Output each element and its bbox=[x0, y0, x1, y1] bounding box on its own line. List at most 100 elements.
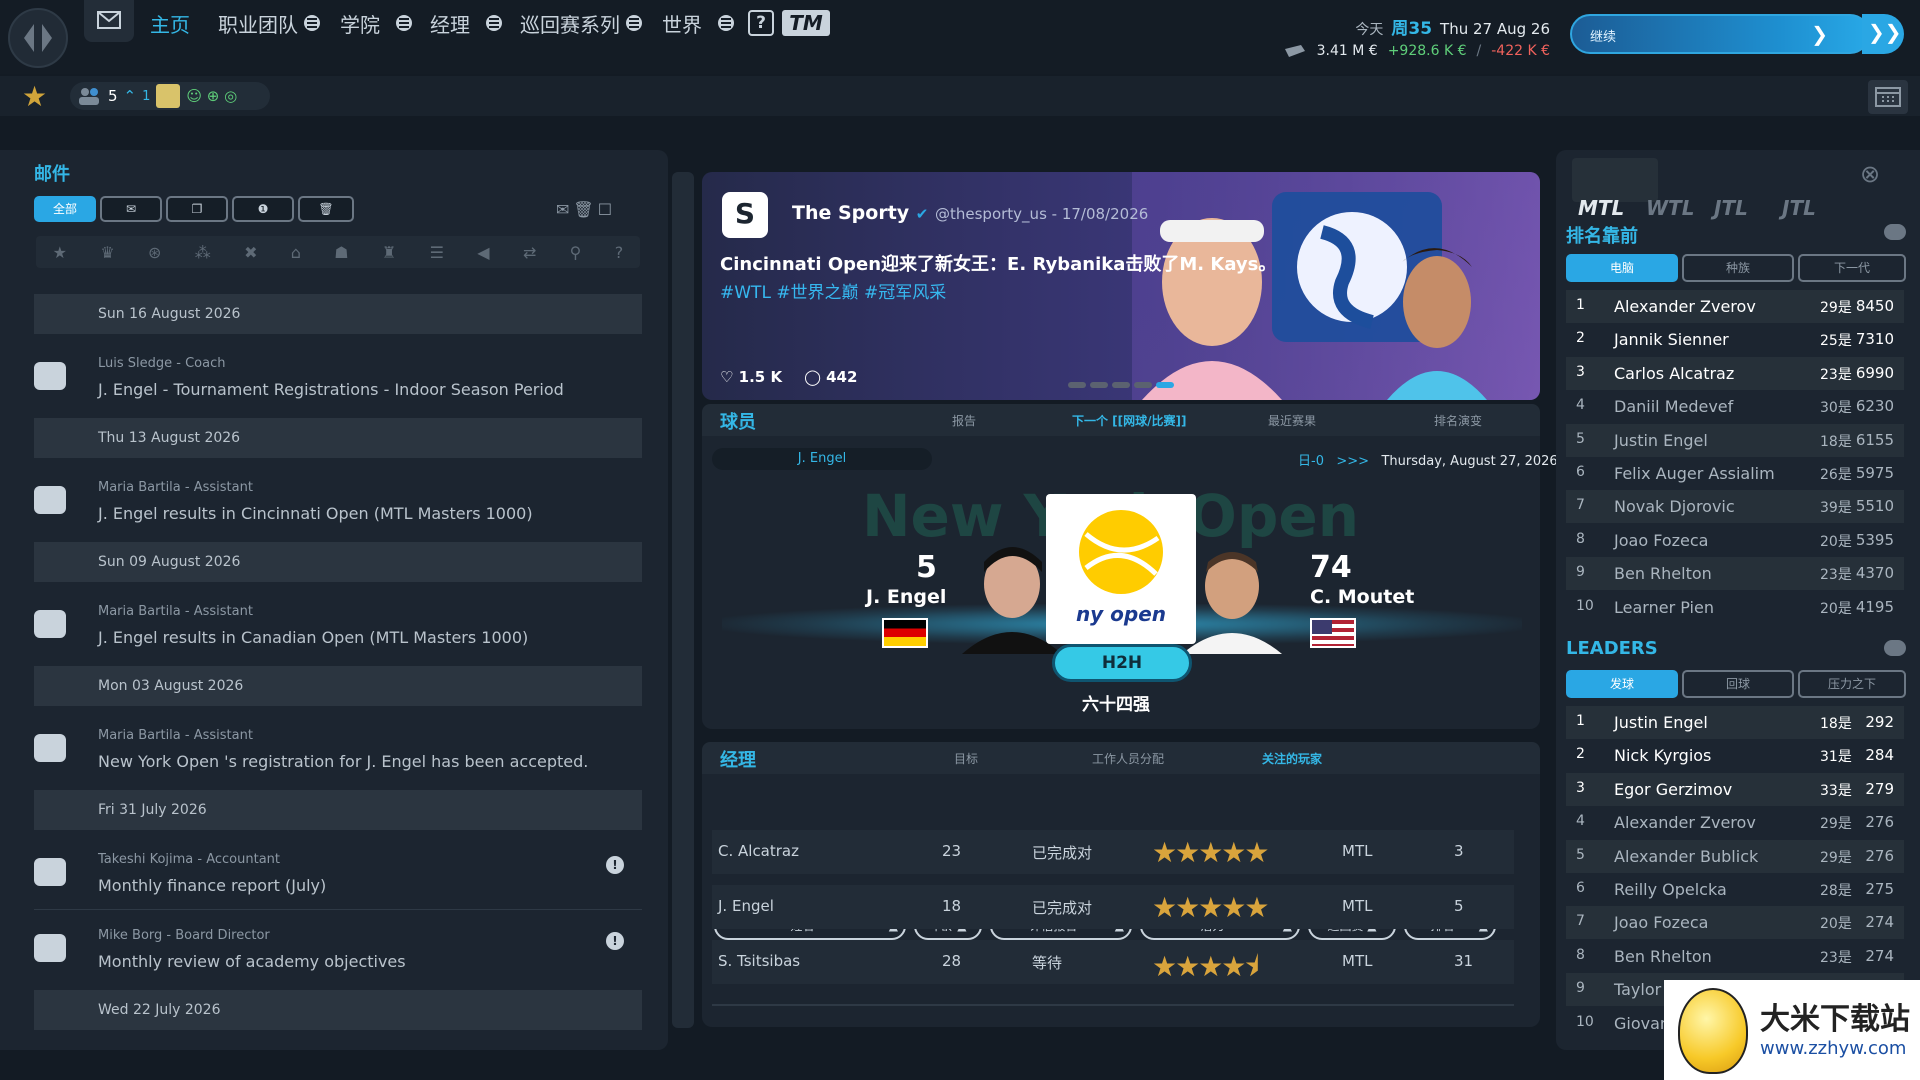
ranking-row[interactable]: 1 Justin Engel 18是 292 bbox=[1566, 706, 1904, 739]
tab-staff-assignment[interactable]: 工作人员分配 bbox=[1092, 750, 1164, 767]
tour-tab-wtl[interactable]: WTL bbox=[1646, 196, 1694, 220]
ranking-row[interactable]: 2 Jannik Sienner 25是 7310 bbox=[1566, 323, 1904, 356]
bank-icon[interactable]: ⌂ bbox=[291, 243, 301, 262]
filter-trash-button[interactable]: 🗑 bbox=[298, 196, 354, 222]
group-icon[interactable]: ⁂ bbox=[195, 243, 211, 262]
mail-item[interactable]: Maria Bartila - Assistant J. Engel result… bbox=[34, 466, 642, 538]
ranking-row[interactable]: 9 Ben Rhelton 23是 4370 bbox=[1566, 557, 1904, 591]
mail-item[interactable]: Takeshi Kojima - Accountant Monthly finan… bbox=[34, 838, 642, 910]
leader-seg-serve[interactable]: 发球 bbox=[1566, 670, 1678, 698]
mail-item[interactable]: Luis Sledge - Coach J. Engel - Tournament… bbox=[34, 342, 642, 414]
continue-button[interactable]: 继续 ❯ bbox=[1570, 14, 1870, 54]
tm-logo-icon[interactable]: TM bbox=[782, 10, 830, 36]
ranking-row[interactable]: 4 Alexander Zverov 29是 276 bbox=[1566, 806, 1904, 839]
ranking-row[interactable]: 6 Felix Auger Assialim 26是 5975 bbox=[1566, 457, 1904, 490]
trophy-icon[interactable]: ♛ bbox=[100, 243, 114, 262]
nav-world[interactable]: 世界 bbox=[662, 10, 734, 37]
tab-next-match[interactable]: 下一个 [[网球/比赛]] bbox=[1072, 412, 1187, 429]
ranking-row[interactable]: 4 Daniil Medevef 30是 6230 bbox=[1566, 390, 1904, 423]
ranking-row[interactable]: 3 Egor Gerzimov 33是 279 bbox=[1566, 772, 1904, 806]
table-row[interactable]: J. Engel 18 已完成对 ★★★★★ MTL 5 bbox=[712, 885, 1514, 929]
transfer-icon[interactable]: ⇄ bbox=[523, 243, 536, 262]
filter-chat-button[interactable]: ❐ bbox=[166, 196, 228, 222]
tab-players[interactable]: 球员 bbox=[720, 408, 756, 434]
mail-actions[interactable]: ✉🗑☐ bbox=[556, 200, 616, 219]
rank-seg-computer[interactable]: 电脑 bbox=[1566, 254, 1678, 282]
star-icon[interactable]: ★ bbox=[53, 243, 67, 262]
ranking-row[interactable]: 7 Joao Fozeca 20是 274 bbox=[1566, 906, 1904, 940]
megaphone-icon[interactable]: ◀ bbox=[477, 243, 489, 262]
pin-icon[interactable]: ⚲ bbox=[570, 243, 582, 262]
ranking-row[interactable]: 3 Carlos Alcatraz 23是 6990 bbox=[1566, 356, 1904, 390]
ranking-row[interactable]: 8 Ben Rhelton 23是 274 bbox=[1566, 940, 1904, 973]
ball-icon[interactable]: ⊛ bbox=[148, 243, 161, 262]
nav-pro-team[interactable]: 职业团队 bbox=[218, 10, 320, 37]
ranking-row[interactable]: 6 Reilly Opelcka 28是 275 bbox=[1566, 873, 1904, 906]
menu-icon bbox=[304, 15, 320, 31]
ranking-row[interactable]: 8 Joao Fozeca 20是 5395 bbox=[1566, 524, 1904, 557]
player-age: 25是 bbox=[1820, 333, 1852, 350]
mail-item[interactable]: Maria Bartila - Assistant bbox=[34, 1038, 642, 1046]
center-scrollbar[interactable] bbox=[672, 172, 694, 1028]
player1-rank: 5 bbox=[916, 550, 937, 585]
mail-item[interactable]: Mike Borg - Board Director Monthly review… bbox=[34, 914, 642, 986]
player-points: 7310 bbox=[1855, 330, 1894, 349]
help-icon[interactable]: ? bbox=[748, 10, 774, 36]
toggle-icon[interactable] bbox=[1884, 640, 1906, 656]
likes[interactable]: ♡ 1.5 K bbox=[720, 368, 782, 386]
tab-ranking-evolution[interactable]: 排名演变 bbox=[1434, 412, 1482, 429]
tab-report[interactable]: 报告 bbox=[952, 412, 976, 429]
nav-home[interactable]: 主页 bbox=[150, 10, 190, 37]
nav-manager[interactable]: 经理 bbox=[430, 10, 502, 37]
filter-all-button[interactable]: 全部 bbox=[34, 196, 96, 222]
nav-tour-series[interactable]: 巡回赛系列 bbox=[520, 10, 642, 37]
people-icon[interactable]: ☗ bbox=[334, 243, 348, 262]
nav-academy[interactable]: 学院 bbox=[340, 10, 412, 37]
ranking-row[interactable]: 2 Nick Kyrgios 31是 284 bbox=[1566, 739, 1904, 772]
player-select-chip[interactable]: J. Engel bbox=[712, 448, 932, 470]
rank-seg-race[interactable]: 种族 bbox=[1682, 254, 1794, 282]
toggle-icon[interactable] bbox=[1884, 224, 1906, 240]
filter-alert-button[interactable]: ❶ bbox=[232, 196, 294, 222]
news-card[interactable]: S The Sporty ✔ @thesporty_us - 17/08/202… bbox=[702, 172, 1540, 400]
game-logo-icon[interactable] bbox=[8, 8, 68, 68]
tab-manager[interactable]: 经理 bbox=[720, 746, 756, 772]
mail-item[interactable]: Maria Bartila - Assistant J. Engel result… bbox=[34, 590, 642, 662]
ranking-row[interactable]: 7 Novak Djorovic 39是 5510 bbox=[1566, 490, 1904, 524]
mail-item[interactable]: Maria Bartila - Assistant New York Open '… bbox=[34, 714, 642, 786]
player-points: 6990 bbox=[1855, 363, 1894, 382]
comments[interactable]: ◯ 442 bbox=[804, 368, 857, 386]
player2-name[interactable]: C. Moutet bbox=[1310, 586, 1414, 608]
fast-forward-button[interactable]: ❯❯ bbox=[1862, 14, 1904, 54]
filter-mail-button[interactable]: ✉ bbox=[100, 196, 162, 222]
tour-tab-jtl-boys[interactable]: JTL bbox=[1714, 196, 1748, 220]
player1-name[interactable]: J. Engel bbox=[866, 586, 946, 608]
leader-seg-return[interactable]: 回球 bbox=[1682, 670, 1794, 698]
itf-icon[interactable]: ⊗ bbox=[1860, 160, 1880, 188]
h2h-button[interactable]: H2H bbox=[1052, 644, 1192, 682]
tab-recent-results[interactable]: 最近赛果 bbox=[1268, 412, 1316, 429]
table-row[interactable]: S. Tsitsibas 28 等待 ★★★★⯨ MTL 31 bbox=[712, 940, 1514, 984]
tab-objectives[interactable]: 目标 bbox=[954, 750, 978, 767]
table-row[interactable]: C. Alcatraz 23 已完成对 ★★★★★ MTL 3 bbox=[712, 830, 1514, 874]
rank-seg-nextgen[interactable]: 下一代 bbox=[1798, 254, 1906, 282]
tab-followed-players[interactable]: 关注的玩家 bbox=[1262, 750, 1322, 767]
tour-tab-jtl-girls[interactable]: JTL bbox=[1782, 196, 1816, 220]
player-age: 20是 bbox=[1820, 600, 1852, 617]
awards-icon[interactable]: ♜ bbox=[382, 243, 396, 262]
question-icon[interactable]: ? bbox=[615, 243, 624, 262]
ranking-row[interactable]: 1 Alexander Zverov 29是 8450 bbox=[1566, 290, 1904, 323]
ranking-row[interactable]: 5 Justin Engel 18是 6155 bbox=[1566, 423, 1904, 457]
calendar-icon[interactable] bbox=[1868, 80, 1908, 114]
list-icon[interactable]: ☰ bbox=[430, 243, 444, 262]
mail-button[interactable] bbox=[84, 0, 134, 42]
star-icon[interactable]: ★ bbox=[22, 80, 47, 113]
leader-seg-pressure[interactable]: 压力之下 bbox=[1798, 670, 1906, 698]
ranking-row[interactable]: 10 Learner Pien 20是 4195 bbox=[1566, 591, 1904, 624]
category-filter-row[interactable]: ★ ♛ ⊛ ⁂ ✖ ⌂ ☗ ♜ ☰ ◀ ⇄ ⚲? bbox=[36, 236, 640, 268]
tools-icon[interactable]: ✖ bbox=[244, 243, 257, 262]
carousel-dots[interactable] bbox=[1068, 382, 1174, 388]
tour-tab-mtl[interactable]: MTL bbox=[1578, 196, 1624, 220]
team-status-pill[interactable]: 5 ⌃ 1 ☺ ⊕ ◎ bbox=[70, 82, 270, 110]
ranking-row[interactable]: 5 Alexander Bublick 29是 276 bbox=[1566, 839, 1904, 873]
